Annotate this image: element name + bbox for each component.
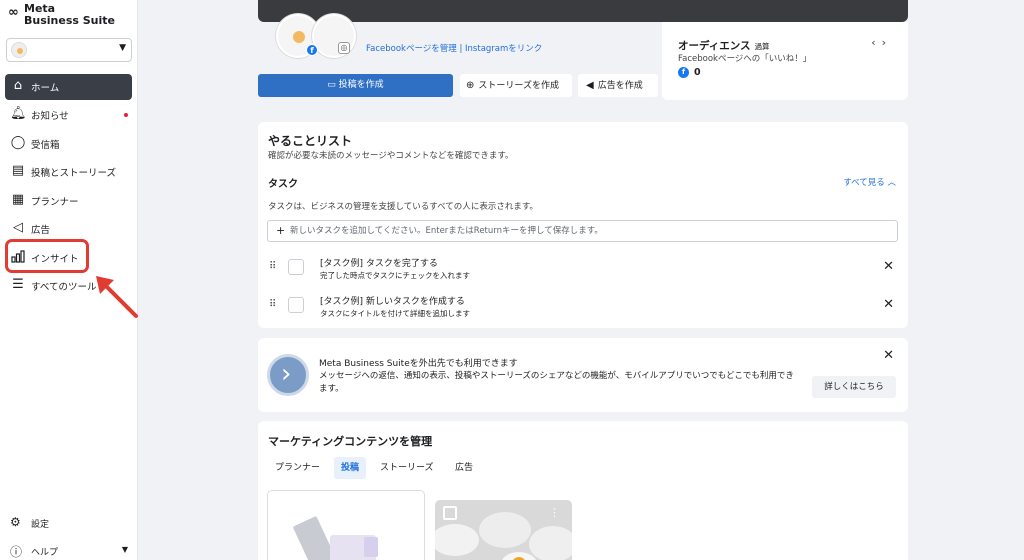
sidebar-item-notifications[interactable]: 🔔︎ お知らせ [0, 102, 138, 128]
logo-text-business-suite: Business Suite [24, 14, 115, 27]
sidebar-item-inbox[interactable]: ◯ 受信箱 [0, 131, 138, 157]
facebook-icon: f [678, 67, 689, 78]
gear-icon: ⚙ [10, 515, 21, 529]
create-post-button[interactable]: ▭ 投稿を作成 [258, 74, 453, 97]
create-story-label: ストーリーズを作成 [478, 81, 559, 91]
create-ad-button[interactable]: ◀ 広告を作成 [578, 74, 658, 97]
plus-icon: + [276, 224, 286, 237]
sidebar-item-home[interactable]: ⌂ ホーム [5, 74, 132, 100]
bell-icon: 🔔︎ [10, 106, 27, 121]
see-all-label: すべて見る [843, 178, 885, 188]
drag-handle-icon[interactable]: ⠿ [269, 261, 276, 272]
facebook-icon: f [306, 44, 318, 56]
audience-subtitle: Facebookページへの「いいね！」 [678, 54, 812, 64]
sidebar-item-label: ホーム [31, 83, 60, 94]
sidebar-item-label: お知らせ [31, 111, 69, 122]
tasks-heading: タスク [268, 179, 298, 190]
tab-ads[interactable]: 広告 [448, 457, 480, 479]
sidebar-item-label: 広告 [31, 225, 51, 236]
task-item: ⠿ [タスク例] 新しいタスクを作成する タスクにタイトルを付けて詳細を追加しま… [258, 290, 908, 324]
create-ad-label: 広告を作成 [597, 81, 643, 91]
audience-period: 過算 [754, 42, 770, 51]
home-icon: ⌂ [13, 78, 23, 93]
megaphone-icon: ◀ [586, 80, 594, 91]
sidebar-item-label: ヘルプ [31, 548, 59, 558]
sidebar-item-help[interactable]: ⓘ ヘルプ ▼ [0, 540, 138, 560]
new-task-field[interactable]: + [267, 220, 898, 242]
account-selector[interactable]: ▼ [6, 38, 132, 62]
insights-highlight-box [5, 239, 89, 273]
task-title: [タスク例] タスクを完了する [320, 259, 438, 269]
see-all-link[interactable]: すべて見る ︿ [843, 176, 896, 188]
sidebar-item-label: プランナー [31, 197, 79, 208]
chevron-right-icon[interactable]: › [882, 36, 892, 49]
chevron-left-icon[interactable]: ‹ [871, 36, 881, 49]
tab-stories[interactable]: ストーリーズ [373, 457, 441, 479]
more-options-icon[interactable]: ⋮ [549, 506, 560, 519]
todo-card: やることリスト 確認が必要な未読のメッセージやコメントなどを確認できます。 タス… [258, 122, 908, 328]
create-story-button[interactable]: ⊕ ストーリーズを作成 [460, 74, 572, 97]
sidebar-item-posts-stories[interactable]: ▤ 投稿とストーリーズ [0, 159, 138, 185]
notification-dot [124, 113, 128, 117]
task-description: 完了した時点でタスクにチェックを入れます [320, 271, 470, 280]
promo-title: Meta Business Suiteを外出先でも利用できます [319, 359, 518, 369]
tablet-illustration-icon [293, 516, 378, 560]
audience-card: オーディエンス 過算 ‹› Facebookページへの「いいね！」 f 0 [662, 22, 908, 100]
new-task-input[interactable] [290, 224, 890, 238]
post-thumbnail[interactable]: ⋮ [435, 500, 572, 560]
learn-more-button[interactable]: 詳しくはこちら [812, 376, 896, 398]
marketing-title: マーケティングコンテンツを管理 [268, 435, 433, 448]
sidebar-item-settings[interactable]: ⚙ 設定 [0, 512, 138, 534]
chevron-up-icon: ︿ [887, 178, 896, 188]
task-description: タスクにタイトルを付けて詳細を追加します [320, 309, 470, 318]
posts-icon: ▤ [11, 163, 25, 178]
sidebar-item-label: 投稿とストーリーズ [31, 168, 117, 179]
promo-body: メッセージへの返信、通知の表示、投稿やストーリーズのシェアなどの機能が、モバイル… [319, 371, 794, 394]
cover-banner [258, 0, 908, 22]
plus-circle-icon: ⊕ [466, 80, 475, 91]
task-checkbox[interactable] [288, 259, 304, 275]
annotation-arrow-icon [96, 276, 138, 318]
create-post-label: 投稿を作成 [338, 80, 384, 90]
hamburger-menu-icon: ☰ [12, 277, 24, 292]
audience-title: オーディエンス 過算 [678, 38, 770, 53]
chevron-down-icon: ▼ [119, 43, 126, 53]
help-icon: ⓘ [10, 545, 23, 559]
chevron-down-icon: ▼ [121, 545, 128, 554]
calendar-icon: ▦ [11, 192, 25, 207]
mobile-app-promo-card: Meta Business Suiteを外出先でも利用できます メッセージへの返… [258, 338, 908, 412]
manage-page-link[interactable]: Facebookページを管理 | Instagramをリンク [366, 42, 542, 54]
task-title: [タスク例] 新しいタスクを作成する [320, 297, 465, 307]
sidebar-item-planner[interactable]: ▦ プランナー [0, 188, 138, 214]
sidebar-item-label: すべてのツール [31, 282, 97, 293]
chat-bubble-icon: ◯ [10, 135, 26, 150]
audience-title-text: オーディエンス [678, 40, 751, 52]
mobile-app-icon [267, 354, 309, 396]
todo-subtitle: 確認が必要な未読のメッセージやコメントなどを確認できます。 [268, 151, 514, 161]
close-icon[interactable]: ✕ [883, 297, 894, 312]
close-icon[interactable]: ✕ [883, 348, 894, 363]
meta-infinity-icon: ∞ [8, 5, 19, 20]
task-checkbox[interactable] [288, 297, 304, 313]
close-icon[interactable]: ✕ [883, 259, 894, 274]
tasks-note: タスクは、ビジネスの管理を支援しているすべての人に表示されます。 [268, 202, 538, 212]
marketing-content-card: マーケティングコンテンツを管理 プランナー 投稿 ストーリーズ 広告 ⋮ [258, 421, 908, 560]
megaphone-icon: ◁ [13, 220, 23, 235]
post-thumbnail[interactable] [267, 490, 425, 560]
meta-business-suite-logo[interactable]: ∞ Meta Business Suite [8, 3, 128, 27]
todo-title: やることリスト [268, 134, 353, 148]
tab-posts[interactable]: 投稿 [334, 457, 367, 479]
task-item: ⠿ [タスク例] タスクを完了する 完了した時点でタスクにチェックを入れます ✕ [258, 252, 908, 286]
audience-pager[interactable]: ‹› [871, 36, 892, 49]
image-type-icon [443, 506, 457, 520]
audience-likes-value: 0 [694, 67, 701, 78]
account-avatar [11, 42, 27, 58]
tab-planner[interactable]: プランナー [268, 457, 327, 479]
sidebar-item-label: 設定 [31, 520, 50, 530]
drag-handle-icon[interactable]: ⠿ [269, 299, 276, 310]
sidebar-item-label: 受信箱 [31, 140, 60, 151]
post-icon: ▭ [327, 80, 339, 90]
instagram-icon: ◎ [338, 42, 350, 54]
